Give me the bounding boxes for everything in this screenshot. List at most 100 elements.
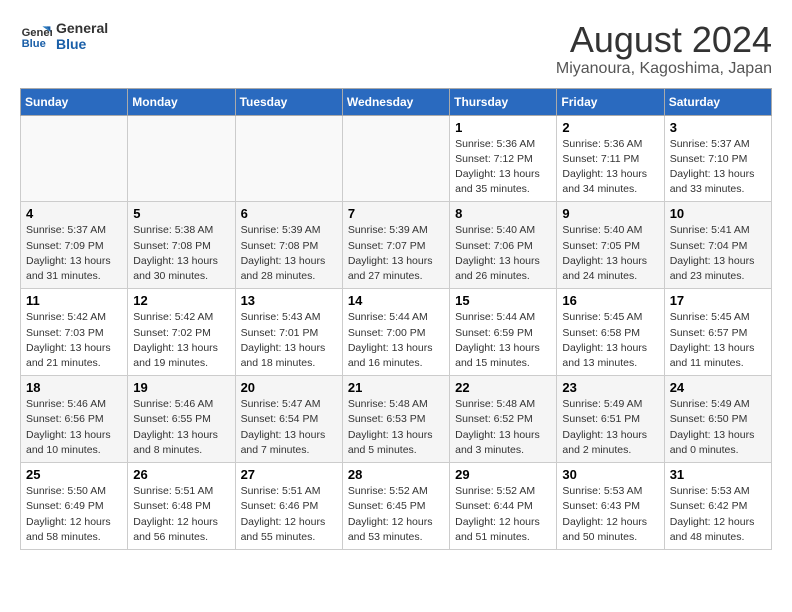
day-info: Sunrise: 5:44 AM Sunset: 6:59 PM Dayligh… [455,310,551,371]
calendar-cell: 26 Sunrise: 5:51 AM Sunset: 6:48 PM Dayli… [128,463,235,550]
day-info: Sunrise: 5:36 AM Sunset: 7:12 PM Dayligh… [455,137,551,198]
calendar-cell: 11 Sunrise: 5:42 AM Sunset: 7:03 PM Dayli… [21,289,128,376]
day-number: 21 [348,380,444,395]
day-number: 19 [133,380,229,395]
day-info: Sunrise: 5:40 AM Sunset: 7:06 PM Dayligh… [455,223,551,284]
day-info: Sunrise: 5:39 AM Sunset: 7:07 PM Dayligh… [348,223,444,284]
calendar-cell: 19 Sunrise: 5:46 AM Sunset: 6:55 PM Dayli… [128,376,235,463]
calendar-cell: 31Sunrise: 5:53 AM Sunset: 6:42 PM Dayli… [664,463,771,550]
calendar-cell: 5 Sunrise: 5:38 AM Sunset: 7:08 PM Daylig… [128,202,235,289]
svg-text:Blue: Blue [22,38,46,50]
calendar-cell [21,115,128,202]
day-info: Sunrise: 5:46 AM Sunset: 6:55 PM Dayligh… [133,397,229,458]
day-info: Sunrise: 5:53 AM Sunset: 6:43 PM Dayligh… [562,484,658,545]
calendar-cell: 24 Sunrise: 5:49 AM Sunset: 6:50 PM Dayli… [664,376,771,463]
logo: General Blue General Blue [20,20,108,52]
day-number: 2 [562,120,658,135]
calendar-cell [342,115,449,202]
calendar-cell: 15 Sunrise: 5:44 AM Sunset: 6:59 PM Dayli… [450,289,557,376]
day-info: Sunrise: 5:52 AM Sunset: 6:45 PM Dayligh… [348,484,444,545]
logo-icon: General Blue [20,20,52,52]
calendar-body: 1 Sunrise: 5:36 AM Sunset: 7:12 PM Daylig… [21,115,772,549]
day-number: 22 [455,380,551,395]
calendar-cell: 2 Sunrise: 5:36 AM Sunset: 7:11 PM Daylig… [557,115,664,202]
day-number: 15 [455,293,551,308]
day-info: Sunrise: 5:49 AM Sunset: 6:51 PM Dayligh… [562,397,658,458]
calendar-cell: 8 Sunrise: 5:40 AM Sunset: 7:06 PM Daylig… [450,202,557,289]
day-info: Sunrise: 5:38 AM Sunset: 7:08 PM Dayligh… [133,223,229,284]
day-number: 28 [348,467,444,482]
calendar-cell: 9 Sunrise: 5:40 AM Sunset: 7:05 PM Daylig… [557,202,664,289]
day-of-week-header: Friday [557,88,664,115]
day-number: 25 [26,467,122,482]
day-number: 4 [26,206,122,221]
day-number: 14 [348,293,444,308]
day-info: Sunrise: 5:42 AM Sunset: 7:03 PM Dayligh… [26,310,122,371]
calendar-cell: 17 Sunrise: 5:45 AM Sunset: 6:57 PM Dayli… [664,289,771,376]
day-number: 8 [455,206,551,221]
day-info: Sunrise: 5:50 AM Sunset: 6:49 PM Dayligh… [26,484,122,545]
day-number: 10 [670,206,766,221]
day-number: 27 [241,467,337,482]
calendar-cell: 12Sunrise: 5:42 AM Sunset: 7:02 PM Dayli… [128,289,235,376]
calendar-week-row: 1 Sunrise: 5:36 AM Sunset: 7:12 PM Daylig… [21,115,772,202]
day-number: 24 [670,380,766,395]
day-of-week-header: Tuesday [235,88,342,115]
day-number: 9 [562,206,658,221]
calendar-week-row: 18 Sunrise: 5:46 AM Sunset: 6:56 PM Dayli… [21,376,772,463]
day-number: 18 [26,380,122,395]
day-info: Sunrise: 5:37 AM Sunset: 7:10 PM Dayligh… [670,137,766,198]
calendar-cell: 30 Sunrise: 5:53 AM Sunset: 6:43 PM Dayli… [557,463,664,550]
calendar-cell: 1 Sunrise: 5:36 AM Sunset: 7:12 PM Daylig… [450,115,557,202]
day-of-week-header: Sunday [21,88,128,115]
calendar-cell: 27Sunrise: 5:51 AM Sunset: 6:46 PM Dayli… [235,463,342,550]
day-number: 13 [241,293,337,308]
day-info: Sunrise: 5:36 AM Sunset: 7:11 PM Dayligh… [562,137,658,198]
page-header: General Blue General Blue August 2024 Mi… [20,20,772,78]
calendar-table: SundayMondayTuesdayWednesdayThursdayFrid… [20,88,772,550]
day-number: 30 [562,467,658,482]
day-number: 11 [26,293,122,308]
day-info: Sunrise: 5:51 AM Sunset: 6:48 PM Dayligh… [133,484,229,545]
calendar-cell: 29Sunrise: 5:52 AM Sunset: 6:44 PM Dayli… [450,463,557,550]
day-of-week-header: Saturday [664,88,771,115]
title-block: August 2024 Miyanoura, Kagoshima, Japan [556,20,772,78]
day-info: Sunrise: 5:42 AM Sunset: 7:02 PM Dayligh… [133,310,229,371]
day-number: 6 [241,206,337,221]
calendar-cell: 28 Sunrise: 5:52 AM Sunset: 6:45 PM Dayli… [342,463,449,550]
calendar-week-row: 11 Sunrise: 5:42 AM Sunset: 7:03 PM Dayli… [21,289,772,376]
day-number: 5 [133,206,229,221]
calendar-cell: 23 Sunrise: 5:49 AM Sunset: 6:51 PM Dayli… [557,376,664,463]
day-info: Sunrise: 5:53 AM Sunset: 6:42 PM Dayligh… [670,484,766,545]
day-info: Sunrise: 5:40 AM Sunset: 7:05 PM Dayligh… [562,223,658,284]
logo-text-general: General [56,20,108,36]
calendar-cell: 14Sunrise: 5:44 AM Sunset: 7:00 PM Dayli… [342,289,449,376]
day-of-week-header: Wednesday [342,88,449,115]
calendar-cell: 7 Sunrise: 5:39 AM Sunset: 7:07 PM Daylig… [342,202,449,289]
calendar-cell: 10Sunrise: 5:41 AM Sunset: 7:04 PM Dayli… [664,202,771,289]
day-info: Sunrise: 5:46 AM Sunset: 6:56 PM Dayligh… [26,397,122,458]
header-row: SundayMondayTuesdayWednesdayThursdayFrid… [21,88,772,115]
calendar-cell [235,115,342,202]
main-title: August 2024 [556,20,772,60]
calendar-cell: 16Sunrise: 5:45 AM Sunset: 6:58 PM Dayli… [557,289,664,376]
calendar-cell: 25 Sunrise: 5:50 AM Sunset: 6:49 PM Dayli… [21,463,128,550]
day-number: 3 [670,120,766,135]
day-of-week-header: Monday [128,88,235,115]
calendar-week-row: 25 Sunrise: 5:50 AM Sunset: 6:49 PM Dayli… [21,463,772,550]
day-number: 17 [670,293,766,308]
calendar-cell: 21Sunrise: 5:48 AM Sunset: 6:53 PM Dayli… [342,376,449,463]
day-number: 1 [455,120,551,135]
day-info: Sunrise: 5:52 AM Sunset: 6:44 PM Dayligh… [455,484,551,545]
day-number: 23 [562,380,658,395]
day-info: Sunrise: 5:39 AM Sunset: 7:08 PM Dayligh… [241,223,337,284]
day-number: 7 [348,206,444,221]
day-number: 20 [241,380,337,395]
calendar-cell: 22Sunrise: 5:48 AM Sunset: 6:52 PM Dayli… [450,376,557,463]
day-info: Sunrise: 5:45 AM Sunset: 6:57 PM Dayligh… [670,310,766,371]
day-info: Sunrise: 5:49 AM Sunset: 6:50 PM Dayligh… [670,397,766,458]
day-number: 26 [133,467,229,482]
day-info: Sunrise: 5:47 AM Sunset: 6:54 PM Dayligh… [241,397,337,458]
subtitle: Miyanoura, Kagoshima, Japan [556,60,772,78]
day-of-week-header: Thursday [450,88,557,115]
